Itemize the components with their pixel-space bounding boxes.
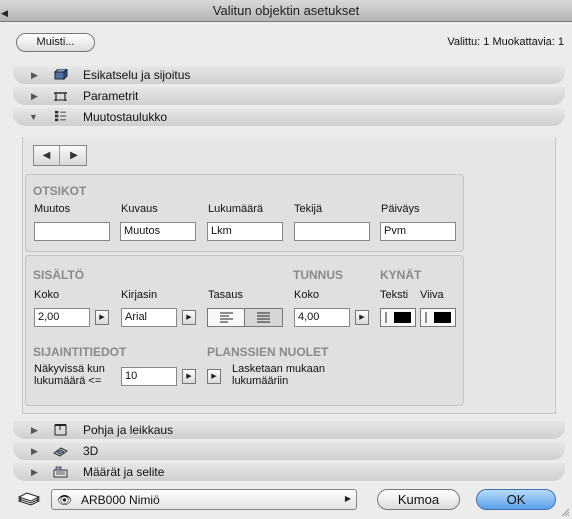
layers-icon	[17, 492, 41, 506]
section-parameters-label: Parametrit	[83, 89, 139, 103]
section-listing-label: Määrät ja selite	[83, 465, 165, 479]
align-justify-option[interactable]	[245, 309, 282, 326]
section-preview-header[interactable]: ▶ Esikatselu ja sijoitus	[13, 66, 565, 84]
resize-grip-icon[interactable]	[560, 507, 570, 517]
section-parameters-header[interactable]: ▶ Parametrit	[13, 87, 565, 105]
previous-page-icon[interactable]: ◀	[34, 146, 60, 165]
layer-dropdown[interactable]: 👁 ARB000 Nimiö ▶	[51, 489, 357, 510]
revision-table-icon	[54, 110, 67, 122]
section-listing-header[interactable]: ▶ Määrät ja selite	[13, 463, 565, 481]
location-group-title: SIJAINTITIEDOT	[33, 345, 127, 359]
marker-size-label: Koko	[294, 289, 320, 301]
marker-size-field[interactable]: 4,00	[294, 308, 350, 327]
section-revision-label: Muutostaulukko	[83, 110, 168, 124]
expand-triangle-icon: ▶	[31, 446, 38, 456]
marker-size-arrow-icon[interactable]: ▶	[355, 310, 369, 325]
section-preview-label: Esikatselu ja sijoitus	[83, 68, 191, 82]
expand-triangle-icon: ▶	[31, 91, 38, 101]
eye-icon: 👁	[57, 493, 73, 507]
title-bar: ◀ Valitun objektin asetukset	[0, 0, 572, 22]
dropdown-arrow-icon: ▶	[344, 494, 351, 503]
window-edge-marker-icon: ◀	[1, 8, 8, 18]
text-size-field[interactable]: 2,00	[34, 308, 90, 327]
counted-label-line2: lukumääriin	[232, 375, 289, 387]
section-revision-header[interactable]: ▼ Muutostaulukko	[13, 108, 565, 126]
align-left-option[interactable]	[208, 309, 245, 326]
alignment-label: Tasaus	[208, 289, 243, 301]
floorplan-icon	[54, 424, 67, 436]
memory-button[interactable]: Muisti...	[16, 33, 95, 52]
text-size-label: Koko	[34, 289, 60, 301]
section-3d-label: 3D	[83, 444, 99, 458]
visible-count-arrow-icon[interactable]: ▶	[182, 369, 196, 384]
line-pen-selector[interactable]	[420, 308, 456, 327]
expand-triangle-icon: ▶	[31, 467, 38, 477]
3d-view-icon	[53, 447, 68, 457]
header-author-field[interactable]	[294, 222, 370, 241]
visible-when-label-line2: lukumäärä <=	[34, 375, 102, 387]
headers-group-title: OTSIKOT	[33, 184, 87, 198]
layer-dropdown-value: ARB000 Nimiö	[81, 493, 160, 507]
align-left-icon	[220, 312, 233, 323]
expand-triangle-icon: ▶	[31, 425, 38, 435]
header-description-field[interactable]: Muutos	[120, 222, 196, 241]
next-page-icon[interactable]: ▶	[61, 146, 87, 165]
font-label: Kirjasin	[121, 289, 158, 301]
content-group-title: SISÄLTÖ	[33, 268, 85, 282]
visible-count-field[interactable]: 10	[121, 367, 177, 386]
font-field[interactable]: Arial	[121, 308, 177, 327]
text-pen-swatch-icon	[385, 312, 411, 323]
window-title: Valitun objektin asetukset	[212, 3, 360, 18]
visible-when-label-line1: Näkyvissä kun	[34, 363, 105, 375]
section-floorplan-header[interactable]: ▶ Pohja ja leikkaus	[13, 421, 565, 439]
text-size-arrow-icon[interactable]: ▶	[95, 310, 109, 325]
expand-triangle-icon: ▶	[31, 70, 38, 80]
listing-icon	[53, 466, 68, 478]
section-3d-header[interactable]: ▶ 3D	[13, 442, 565, 460]
header-label-description: Kuvaus	[121, 203, 158, 215]
count-toggle-icon[interactable]: ▶	[207, 369, 221, 384]
page-navigation-arrows: ◀ ▶	[33, 145, 87, 166]
preview-icon	[53, 69, 68, 81]
line-pen-swatch-icon	[425, 312, 451, 323]
header-label-date: Päiväys	[381, 203, 420, 215]
header-label-quantity: Lukumäärä	[208, 203, 264, 215]
ok-button[interactable]: OK	[476, 489, 556, 510]
header-label-author: Tekijä	[294, 203, 323, 215]
counted-label-line1: Lasketaan mukaan	[232, 363, 325, 375]
text-pen-label: Teksti	[380, 289, 409, 301]
line-pen-label: Viiva	[420, 289, 444, 301]
marker-group-title: TUNNUS	[293, 268, 343, 282]
section-floorplan-label: Pohja ja leikkaus	[83, 423, 174, 437]
pens-group-title: KYNÄT	[380, 268, 422, 282]
selection-info: Valittu: 1 Muokattavia: 1	[447, 36, 564, 48]
alignment-selector	[207, 308, 283, 327]
header-label-revision: Muutos	[34, 203, 71, 215]
font-arrow-icon[interactable]: ▶	[182, 310, 196, 325]
header-date-field[interactable]: Pvm	[380, 222, 456, 241]
header-revision-field[interactable]	[34, 222, 110, 241]
align-justify-icon	[257, 312, 270, 323]
collapse-triangle-icon: ▼	[29, 112, 38, 122]
cancel-button[interactable]: Kumoa	[377, 489, 460, 510]
header-quantity-field[interactable]: Lkm	[207, 222, 283, 241]
sheet-arrows-group-title: PLANSSIEN NUOLET	[207, 345, 329, 359]
text-pen-selector[interactable]	[380, 308, 416, 327]
parameters-icon	[54, 92, 67, 101]
